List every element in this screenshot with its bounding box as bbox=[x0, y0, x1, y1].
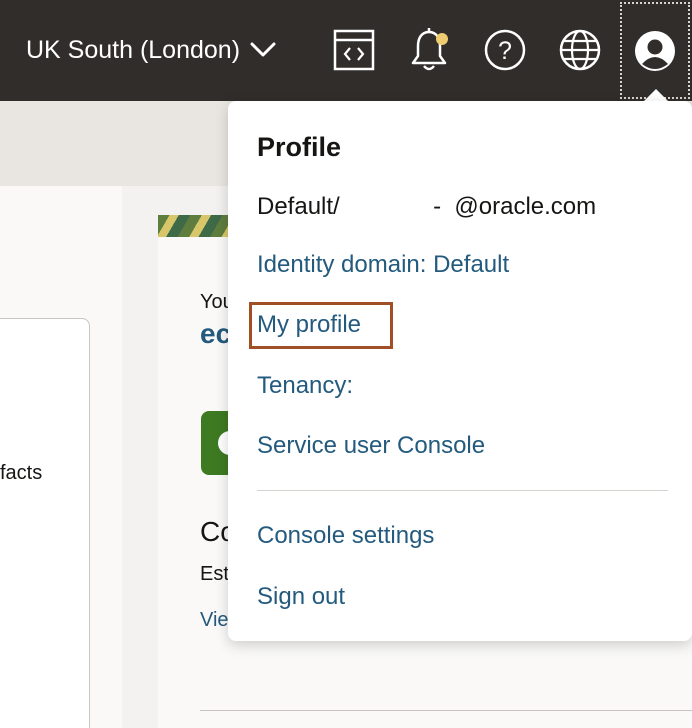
chevron-down-icon bbox=[250, 36, 276, 65]
region-label: UK South (London) bbox=[26, 35, 241, 64]
user-profile-button[interactable] bbox=[620, 2, 690, 99]
banner-illustration bbox=[158, 215, 238, 237]
console-settings-link[interactable]: Console settings bbox=[257, 522, 434, 550]
language-globe-icon[interactable] bbox=[557, 27, 603, 73]
left-card[interactable] bbox=[0, 318, 90, 728]
code-editor-icon[interactable] bbox=[331, 27, 377, 73]
user-account-label: Default/ - @oracle.com bbox=[257, 193, 597, 220]
profile-menu: Profile Default/ - @oracle.com Identity … bbox=[228, 101, 692, 641]
menu-title: Profile bbox=[257, 132, 342, 162]
background-divider bbox=[200, 710, 692, 711]
notifications-bell-icon[interactable] bbox=[406, 27, 452, 73]
user-profile-icon bbox=[635, 30, 675, 71]
tenancy-link[interactable]: Tenancy: bbox=[257, 372, 353, 400]
service-user-console-link[interactable]: Service user Console bbox=[257, 432, 485, 460]
view-link[interactable]: Vie bbox=[200, 609, 229, 632]
my-profile-highlight-box bbox=[249, 302, 393, 349]
identity-domain-link[interactable]: Identity domain: Default bbox=[257, 251, 509, 279]
greeting-name: ec bbox=[200, 318, 232, 349]
sign-out-link[interactable]: Sign out bbox=[257, 583, 345, 611]
help-icon[interactable]: ? bbox=[482, 27, 528, 73]
top-navigation-bar: UK South (London) ? bbox=[0, 0, 692, 101]
region-selector[interactable]: UK South (London) bbox=[26, 30, 276, 70]
svg-text:?: ? bbox=[498, 37, 512, 65]
left-card-text: facts bbox=[0, 462, 43, 484]
menu-divider bbox=[257, 490, 668, 491]
section-subtext: Est bbox=[200, 563, 229, 585]
